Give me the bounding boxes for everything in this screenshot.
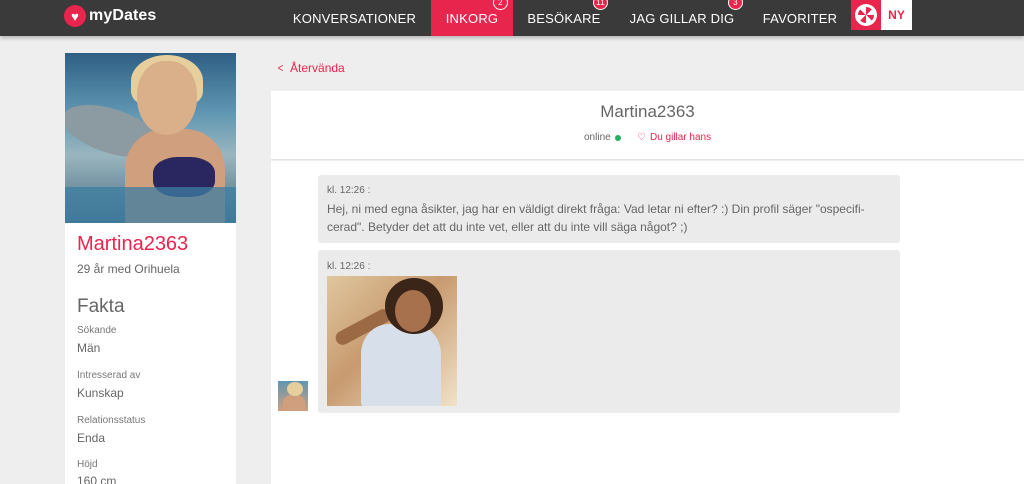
chat-message: kl. 12:26 : Hej, ni med egna åsikter, ja… (318, 175, 900, 243)
language-button[interactable]: NY (881, 0, 912, 30)
online-dot-icon (614, 134, 621, 141)
fact-label: Höjd (77, 459, 98, 470)
nav-label: BESÖKARE (527, 10, 601, 26)
fact-label: Relationsstatus (77, 415, 146, 426)
heart-outline-icon: ♡ (637, 132, 646, 143)
nav-inkorg[interactable]: INKORG 2 (431, 0, 513, 36)
nav-label: INKORG (445, 10, 499, 26)
inkorg-count-badge: 2 (493, 0, 508, 10)
chat-header: Martina2363 online ♡ Du gillar hans (271, 91, 1024, 160)
nav-favoriter[interactable]: FAVORITER (753, 0, 847, 36)
back-link[interactable]: < Återvända (277, 61, 345, 75)
message-text: Hej, ni med egna åsikter, jag har en väl… (327, 202, 865, 234)
language-flag[interactable] (851, 0, 881, 30)
fact-value: Män (77, 341, 101, 355)
flag-icon (855, 4, 877, 26)
message-time: kl. 12:26 : (327, 261, 371, 272)
fact-value: Enda (77, 431, 106, 445)
chevron-left-icon: < (277, 61, 284, 75)
fact-label: Sökande (77, 325, 117, 336)
top-nav-bar: ♥ myDates KONVERSATIONER INKORG 2 BESÖKA… (0, 0, 1024, 36)
status-label: online (584, 132, 611, 143)
fact-value: Kunskap (77, 386, 124, 400)
sender-avatar[interactable] (278, 381, 308, 411)
back-label: Återvända (290, 61, 345, 75)
facts-heading: Fakta (77, 296, 125, 317)
chat-title[interactable]: Martina2363 (271, 102, 1024, 122)
heart-icon: ♥ (64, 5, 86, 27)
gillar-count-badge: 3 (728, 0, 743, 10)
logo[interactable]: ♥ myDates (64, 4, 156, 28)
nav-jag-gillar-dig[interactable]: JAG GILLAR DIG 3 (622, 0, 743, 36)
nav-label: JAG GILLAR DIG (629, 10, 735, 26)
fact-label: Intresserad av (77, 370, 141, 381)
profile-age-location: 29 år med Orihuela (77, 262, 180, 276)
nav-besokare[interactable]: BESÖKARE 11 (519, 0, 609, 36)
nav-konversationer[interactable]: KONVERSATIONER (283, 0, 426, 36)
besokare-count-badge: 11 (593, 0, 608, 10)
profile-card: Martina2363 29 år med Orihuela Fakta Sök… (65, 53, 236, 484)
like-status[interactable]: ♡ Du gillar hans (637, 132, 711, 143)
fact-value: 160 cm (77, 474, 117, 484)
profile-name[interactable]: Martina2363 (77, 233, 188, 256)
nav-label: KONVERSATIONER (292, 10, 417, 26)
message-photo[interactable] (327, 276, 457, 406)
online-status: online (584, 132, 621, 143)
profile-photo[interactable] (65, 53, 236, 223)
like-label: Du gillar hans (649, 132, 712, 143)
logo-text: myDates (89, 7, 157, 24)
message-time: kl. 12:26 : (327, 185, 371, 196)
nav-label: FAVORITER (762, 10, 838, 26)
chat-message-photo: kl. 12:26 : (318, 250, 900, 413)
